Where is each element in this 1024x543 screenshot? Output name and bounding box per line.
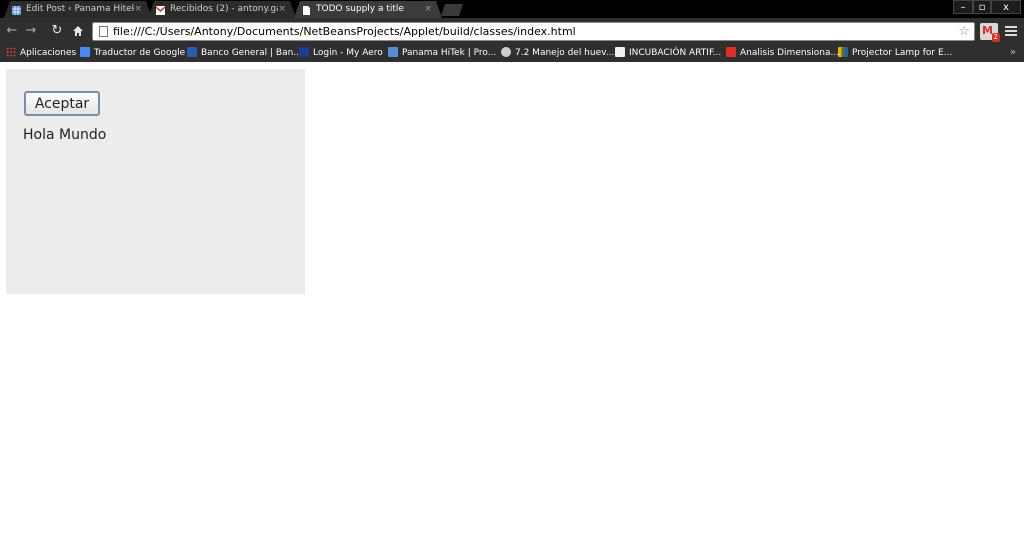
close-icon[interactable]: ×: [278, 1, 286, 18]
page-icon: [99, 26, 108, 37]
bookmark-traductor[interactable]: Traductor de Google: [80, 44, 185, 62]
hola-mundo-label: Hola Mundo: [23, 127, 107, 143]
gmail-extension-icon[interactable]: M 2: [980, 23, 1000, 42]
tab-gmail[interactable]: Recibidos (2) - antony.gar ×: [148, 1, 296, 18]
menu-icon[interactable]: [1005, 26, 1017, 38]
bookmark-my-aero[interactable]: Login - My Aero: [299, 44, 383, 62]
forward-arrow-icon[interactable]: →: [23, 23, 39, 39]
close-window-button[interactable]: x: [991, 0, 1021, 14]
close-icon[interactable]: ×: [134, 1, 142, 18]
aceptar-button[interactable]: Aceptar: [24, 91, 100, 116]
tab-label: TODO supply a title: [316, 4, 404, 14]
bookmark-projector-lamp[interactable]: Projector Lamp for E...: [838, 44, 952, 62]
bookmark-incubacion[interactable]: INCUBACIÓN ARTIF...: [615, 44, 721, 62]
unread-badge: 2: [991, 33, 1000, 42]
restore-button[interactable]: ▫: [973, 0, 991, 14]
bookmark-banco-general[interactable]: Banco General | Ban...: [187, 44, 302, 62]
home-icon[interactable]: [70, 23, 86, 39]
bank-icon: [187, 47, 197, 57]
translate-icon: [80, 47, 90, 57]
grid-icon: [12, 5, 21, 14]
bookmark-apps[interactable]: Aplicaciones: [6, 44, 76, 62]
url-input[interactable]: [113, 24, 953, 39]
tab-label: Recibidos (2) - antony.gar: [170, 4, 278, 14]
tab-todo[interactable]: TODO supply a title ×: [294, 1, 442, 18]
minimize-button[interactable]: –: [953, 0, 973, 14]
page-viewport: Aceptar Hola Mundo: [0, 62, 1024, 543]
page-icon: [615, 47, 625, 57]
apps-grid-icon: [6, 47, 16, 57]
close-icon[interactable]: ×: [424, 1, 432, 18]
bookmarks-more-icon[interactable]: »: [1010, 44, 1016, 62]
bookmark-manejo-huevo[interactable]: 7.2 Manejo del huev...: [501, 44, 614, 62]
new-tab-button[interactable]: [441, 4, 463, 16]
reload-icon[interactable]: ↻: [49, 23, 65, 39]
store-icon: [838, 47, 848, 57]
person-icon: [501, 47, 511, 57]
tab-edit-post[interactable]: Edit Post ‹ Panama Hitek ‹ ×: [4, 1, 152, 18]
bookmark-analisis[interactable]: Analisis Dimensiona...: [726, 44, 839, 62]
address-bar[interactable]: ☆: [92, 22, 975, 41]
youtube-icon: [726, 47, 736, 57]
grid-icon: [388, 47, 398, 57]
back-arrow-icon[interactable]: ←: [4, 23, 20, 39]
tab-label: Edit Post ‹ Panama Hitek ‹: [26, 4, 134, 14]
gmail-icon: [156, 5, 165, 14]
page-icon: [302, 5, 311, 14]
bookmark-panama-hitek[interactable]: Panama HiTek | Pro...: [388, 44, 496, 62]
java-applet-panel: Aceptar Hola Mundo: [6, 69, 305, 294]
aero-icon: [299, 47, 309, 57]
star-icon[interactable]: ☆: [958, 23, 970, 40]
tab-strip: Edit Post ‹ Panama Hitek ‹ × Recibidos (…: [0, 0, 1024, 18]
bookmarks-bar: Aplicaciones Traductor de Google Banco G…: [0, 44, 1024, 62]
